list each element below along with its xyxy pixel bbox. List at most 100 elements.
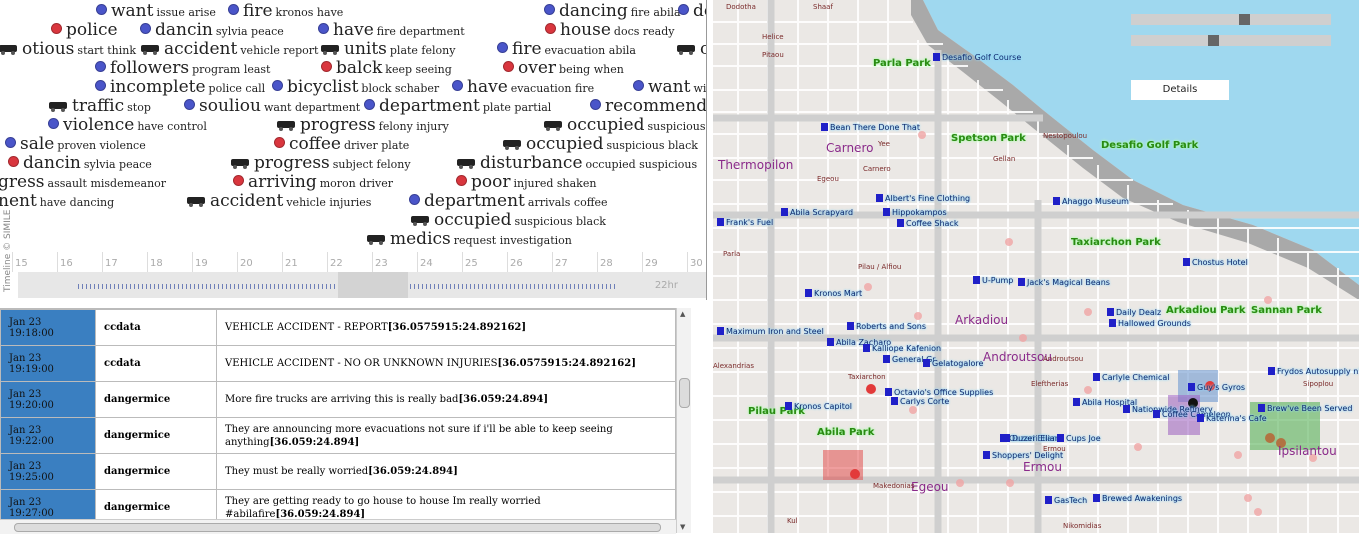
timeline-event[interactable]: souliou want department [184,98,360,115]
timeline-event[interactable]: department arrivals coffee [409,193,608,210]
landmark-marker[interactable]: GasTech [1045,496,1087,505]
event-keyword: progress [300,115,376,135]
landmark-marker[interactable]: Carlys Corte [891,397,949,406]
event-terms: evacuation abila [544,44,636,57]
timeline-event[interactable]: house docs ready [542,22,674,39]
landmark-marker[interactable]: Hippokampos [883,208,947,217]
timeline-event[interactable]: nent have dancing [0,193,114,210]
map-slider-1[interactable] [1131,14,1331,25]
hscroll-thumb[interactable] [14,523,661,532]
timeline-event[interactable]: medics request investigation [366,231,572,248]
timeline-event[interactable]: occupied suspicious black [410,212,606,229]
message-row[interactable]: Jan 23 19:19:00 ccdata VEHICLE ACCIDENT - N… [0,345,676,382]
landmark-marker[interactable]: Ahaggo Museum [1053,197,1129,206]
scroll-down-icon[interactable]: ▼ [680,523,685,531]
timeline-event[interactable]: want wi [633,79,706,96]
timeline-event[interactable]: progress subject felony [230,155,411,172]
message-row[interactable]: Jan 23 19:18:00 ccdata VEHICLE ACCIDENT - R… [0,309,676,346]
timeline-event[interactable]: police [48,22,118,39]
landmark-marker[interactable]: Kronos Capitol [785,402,852,411]
landmark-marker[interactable]: Duzeri Elian [1003,434,1060,443]
timeline-event[interactable]: have fire department [318,22,465,39]
event-type-icon [320,41,342,58]
slider-2-knob[interactable] [1208,35,1220,46]
timeline-event[interactable]: violence have control [48,117,207,134]
landmark-marker[interactable]: Desafio Golf Course [933,53,1021,62]
timeline-event[interactable]: dancing fire abila [544,3,681,20]
scroll-thumb[interactable] [679,378,690,408]
landmark-marker[interactable]: Hallowed Grounds [1109,319,1191,328]
landmark-marker[interactable]: Frydos Autosupply n' [1268,367,1359,376]
landmark-marker[interactable]: Roberts and Sons [847,322,926,331]
details-button[interactable]: Details [1131,80,1229,100]
vertical-scrollbar[interactable]: ▲ ▼ [676,308,691,533]
landmark-marker[interactable]: Frank's Fuel [717,218,773,227]
timeline-event[interactable]: otious start think [0,41,136,58]
timeline-event[interactable]: accident vehicle report [140,41,318,58]
landmark-marker[interactable]: Jack's Magical Beans [1018,278,1110,287]
timeline-event[interactable]: recommendk [590,98,706,115]
landmark-square-icon [1268,367,1275,375]
landmark-marker[interactable]: Chostus Hotel [1183,258,1248,267]
event-terms: assault misdemeanor [47,177,167,190]
map-slider-2[interactable] [1131,35,1331,46]
message-row[interactable]: Jan 23 19:20:00 dangermice More fire trucks… [0,381,676,418]
landmark-marker[interactable]: Abila Scrapyard [781,208,853,217]
message-row[interactable]: Jan 23 19:22:00 dangermice They are announc… [0,417,676,454]
landmark-marker[interactable]: Brew've Been Served [1258,404,1352,413]
timeline-event[interactable]: occupied suspicious black [502,136,698,153]
landmark-marker[interactable]: Maximum Iron and Steel [717,327,824,336]
timeline-event[interactable]: incomplete police call [95,79,265,96]
landmark-marker[interactable]: Bean There Done That [821,123,920,132]
timeline-event[interactable]: sale proven violence [5,136,146,153]
timeline-event[interactable]: have evacuation fire [452,79,594,96]
message-list[interactable]: Jan 23 19:18:00 ccdata VEHICLE ACCIDENT - R… [0,308,690,534]
event-terms: start think [77,44,136,57]
landmark-marker[interactable]: Kalliope Kafenion [863,344,941,353]
event-keyword: want [111,1,154,21]
overview-highlight[interactable] [338,272,408,298]
landmark-marker[interactable]: Albert's Fine Clothing [876,194,970,203]
timeline-event[interactable]: want issue arise [96,3,216,20]
timeline-event[interactable]: gress assault misdemeanor [0,174,166,191]
landmark-marker[interactable]: Carlyle Chemical [1093,373,1170,382]
timeline-event[interactable]: balck keep seeing [318,60,452,77]
timeline-event[interactable]: fire evacuation abila [497,41,636,58]
landmark-square-icon [1107,308,1114,316]
horizontal-scrollbar[interactable] [0,519,676,534]
landmark-marker[interactable]: Kronos Mart [805,289,862,298]
landmark-marker[interactable]: Cups Joe [1057,434,1101,443]
landmark-marker[interactable]: U-Pump [973,276,1013,285]
timeline-event[interactable]: accident vehicle injuries [186,193,371,210]
timeline-event[interactable]: occupied suspicious [543,117,705,134]
landmark-marker[interactable]: Gelatogalore [923,359,983,368]
slider-1-knob[interactable] [1238,14,1250,25]
timeline-event[interactable]: fire kronos have [228,3,343,20]
timeline-event[interactable]: over being when [500,60,624,77]
scroll-up-icon[interactable]: ▲ [680,310,685,318]
timeline-event[interactable]: dancin sylvia peace [5,155,152,172]
landmark-marker[interactable]: Coffee Shack [897,219,958,228]
landmark-marker[interactable]: Katerina's Cafe [1197,414,1267,423]
timeline-event[interactable]: traffic stop [48,98,151,115]
landmark-marker[interactable]: Guy's Gyros [1188,383,1245,392]
timeline-event[interactable]: arriving moron driver [230,174,393,191]
timeline-event[interactable]: co [676,41,706,58]
timeline-event[interactable]: dancin sylvia peace [140,22,284,39]
timeline-event[interactable]: poor injured shaken [453,174,596,191]
landmark-marker[interactable]: Brewed Awakenings [1093,494,1182,503]
timeline-event[interactable]: units plate felony [320,41,455,58]
timeline-panel[interactable]: want issue arise fire kronos have dancing fir… [0,0,707,300]
timeline-event[interactable]: department plate partial [364,98,551,115]
timeline-event[interactable]: bicyclist block schaber [272,79,439,96]
timeline-event[interactable]: disturbance occupied suspicious [456,155,697,172]
timeline-event[interactable]: dc [678,3,706,20]
timeline-event[interactable]: progress felony injury [276,117,449,134]
timeline-event[interactable]: followers program least [95,60,270,77]
timeline-overview-band[interactable]: 22hr [18,272,706,298]
timeline-event[interactable]: coffee driver plate [271,136,409,153]
city-map[interactable]: Parla Park Spetson Park Desafio Golf Park T… [713,0,1359,533]
message-row[interactable]: Jan 23 19:25:00 dangermice They must be rea… [0,453,676,490]
landmark-marker[interactable]: Octavio's Office Supplies [885,388,993,397]
landmark-marker[interactable]: Daily Dealz [1107,308,1161,317]
